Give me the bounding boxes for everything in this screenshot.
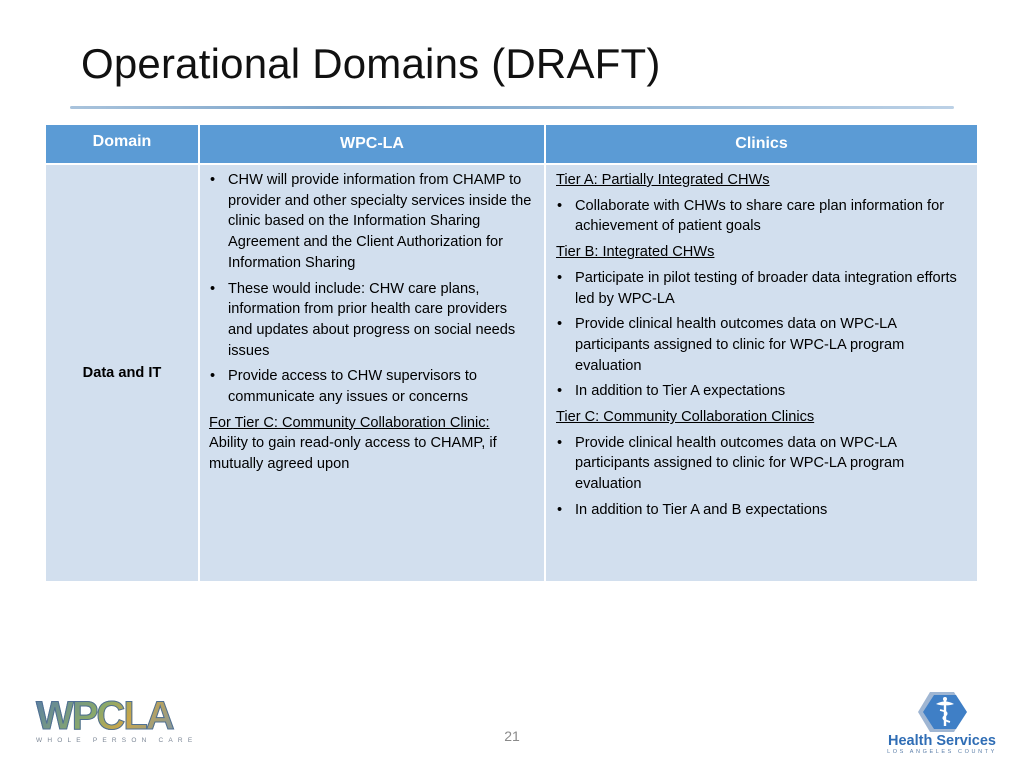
table-row: Data and IT CHW will provide information…: [46, 163, 977, 581]
wpc-la-cell: CHW will provide information from CHAMP …: [199, 163, 546, 581]
header-wpc-la: WPC-LA: [199, 125, 546, 164]
caduceus-icon: [918, 692, 967, 732]
list-item: Collaborate with CHWs to share care plan…: [556, 196, 965, 237]
list-item: Participate in pilot testing of broader …: [556, 268, 965, 309]
domain-label: Data and IT: [82, 364, 162, 381]
table-header-row: Domain WPC-LA Clinics: [46, 125, 977, 164]
list-item: Provide access to CHW supervisors to com…: [209, 366, 534, 407]
health-services-subtitle: LOS ANGELES COUNTY: [887, 749, 997, 755]
tier-b-heading: Tier B: Integrated CHWs: [556, 244, 715, 261]
list-item: In addition to Tier A and B expectations: [556, 500, 965, 521]
tier-a-bullet-list: Collaborate with CHWs to share care plan…: [556, 196, 965, 237]
wpc-tier-c-text: Ability to gain read-only access to CHAM…: [209, 435, 497, 473]
title-divider: [70, 106, 954, 109]
health-services-name: Health Services: [887, 733, 996, 749]
health-services-logo: Health Services LOS ANGELES COUNTY: [886, 690, 998, 760]
wpc-tier-c-heading: For Tier C: Community Collaboration Clin…: [209, 414, 490, 431]
header-domain: Domain: [46, 125, 200, 164]
page-number: 21: [504, 728, 520, 744]
list-item: In addition to Tier A expectations: [556, 381, 965, 402]
list-item: Provide clinical health outcomes data on…: [556, 314, 965, 376]
clinics-cell: Tier A: Partially Integrated CHWs Collab…: [545, 163, 977, 581]
tier-c-bullet-list: Provide clinical health outcomes data on…: [556, 433, 965, 521]
tier-a-heading: Tier A: Partially Integrated CHWs: [556, 172, 770, 188]
wpc-la-bullet-list: CHW will provide information from CHAMP …: [209, 170, 534, 408]
header-clinics: Clinics: [545, 125, 977, 164]
list-item: These would include: CHW care plans, inf…: [209, 279, 534, 362]
wpc-tier-c-note: For Tier C: Community Collaboration Clin…: [209, 413, 534, 475]
list-item: Provide clinical health outcomes data on…: [556, 433, 965, 495]
slide-title: Operational Domains (DRAFT): [81, 40, 661, 87]
domains-table: Domain WPC-LA Clinics Data and IT CHW wi…: [46, 125, 977, 581]
tier-c-heading: Tier C: Community Collaboration Clinics: [556, 409, 815, 426]
tier-b-bullet-list: Participate in pilot testing of broader …: [556, 268, 965, 402]
list-item: CHW will provide information from CHAMP …: [209, 170, 534, 274]
domain-cell: Data and IT: [46, 163, 200, 581]
